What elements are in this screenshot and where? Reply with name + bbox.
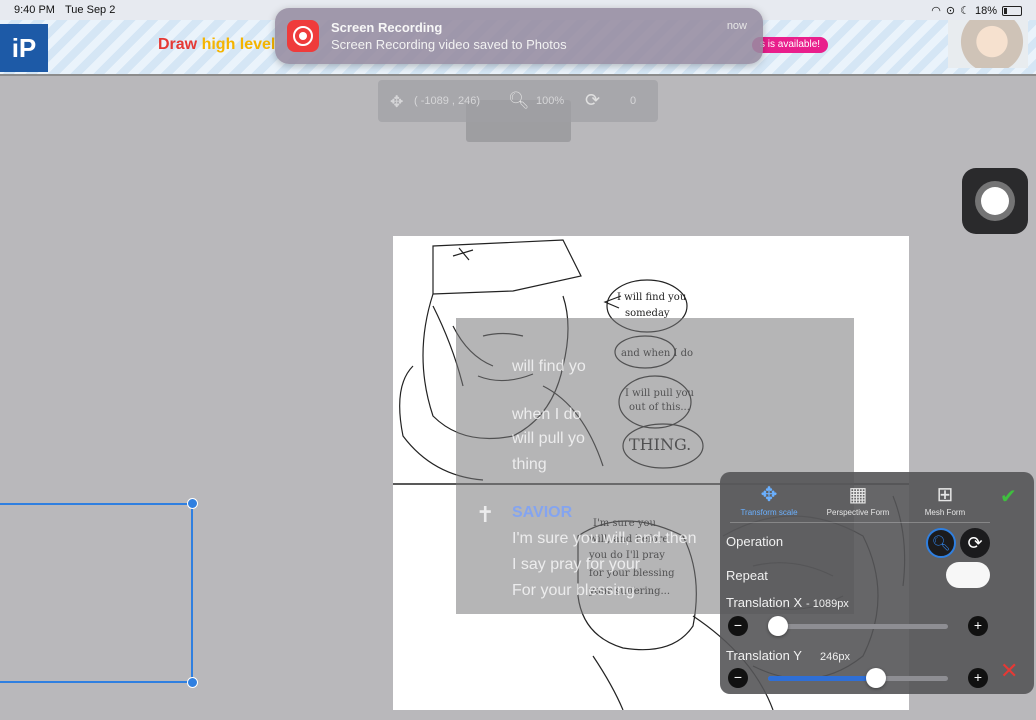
overlay-name: SAVIOR xyxy=(512,504,573,521)
translation-y-slider[interactable] xyxy=(768,668,948,688)
mesh-map-icon: ⊞ xyxy=(936,484,954,506)
tab-transform-scale[interactable]: ✥ Transform scale xyxy=(734,482,804,517)
record-icon xyxy=(287,20,319,52)
translation-y-thumb[interactable] xyxy=(866,668,886,688)
selection-handle-bottom-right[interactable] xyxy=(187,677,198,688)
translation-y-value: 246px xyxy=(820,651,850,663)
status-time: 9:40 PM xyxy=(14,4,55,16)
repeat-toggle[interactable] xyxy=(946,562,990,588)
zoom-icon[interactable]: 🔍︎ xyxy=(508,91,530,111)
status-date: Tue Sep 2 xyxy=(65,4,116,16)
translation-y-label: Translation Y xyxy=(726,648,802,663)
status-indicators: ◠ ⊙ ☾ 18% xyxy=(931,4,1022,17)
coordinates-readout: ( -1089 , 246) xyxy=(414,95,481,107)
translation-x-value: - 1089px xyxy=(806,598,849,610)
zoom-operation-button[interactable]: 🔍︎ xyxy=(926,528,956,558)
translation-y-plus-button[interactable]: + xyxy=(968,668,988,688)
translation-x-thumb[interactable] xyxy=(768,616,788,636)
moon-icon: ☾ xyxy=(960,5,970,17)
ibis-paint-logo: iP xyxy=(0,24,48,72)
battery-percent: 18% xyxy=(974,4,997,17)
transform-panel: ✥ Transform scale ▦ Perspective Form ⊞ M… xyxy=(720,472,1034,694)
repeat-label: Repeat xyxy=(726,568,768,583)
translation-y-fill xyxy=(768,676,876,681)
ad-headline: Draw high level xyxy=(158,36,276,53)
rotate-operation-button[interactable]: ⟳ xyxy=(960,528,990,558)
translation-x-plus-button[interactable]: + xyxy=(968,616,988,636)
tab-mesh-form[interactable]: ⊞ Mesh Form xyxy=(910,482,980,517)
translation-x-slider[interactable] xyxy=(768,616,948,636)
notification-time: now xyxy=(726,20,747,32)
notification-title: Screen Recording xyxy=(331,20,443,35)
location-icon: ⊙ xyxy=(945,5,956,17)
screen-recording-notification[interactable]: Screen Recording Screen Recording video … xyxy=(275,8,763,64)
ad-pill[interactable]: s is available! xyxy=(752,37,829,53)
tab-perspective-form[interactable]: ▦ Perspective Form xyxy=(820,482,896,517)
operation-label: Operation xyxy=(726,534,784,549)
rotation-readout: 0 xyxy=(630,95,637,107)
translation-x-label: Translation X xyxy=(726,595,803,610)
ad-character-image xyxy=(948,20,1028,68)
zoom-readout: 100% xyxy=(536,95,565,107)
cancel-x-icon[interactable]: ✕ xyxy=(1000,658,1018,684)
wifi-icon: ◠ xyxy=(931,5,941,17)
confirm-check-icon[interactable]: ✔ xyxy=(1000,484,1017,509)
svg-text:I will find you: I will find you xyxy=(617,292,687,303)
perspective-grid-icon: ▦ xyxy=(848,484,868,506)
tab-divider xyxy=(730,522,990,523)
move-icon: ✥ xyxy=(760,484,778,506)
cross-icon: ✝ xyxy=(476,502,495,527)
selection-bounding-box[interactable] xyxy=(0,503,193,683)
transform-info-toolbar: ✥ ( -1089 , 246) 🔍︎ 100% ⟳ 0 xyxy=(378,80,658,122)
translation-x-minus-button[interactable]: − xyxy=(728,616,748,636)
battery-icon xyxy=(1002,5,1022,16)
move-icon[interactable]: ✥ xyxy=(390,92,403,112)
rotate-icon[interactable]: ⟳ xyxy=(585,90,600,111)
notification-body: Screen Recording video saved to Photos xyxy=(331,37,567,52)
selection-handle-top-right[interactable] xyxy=(187,498,198,509)
translation-y-minus-button[interactable]: − xyxy=(728,668,748,688)
assistive-touch-button[interactable] xyxy=(962,168,1028,234)
